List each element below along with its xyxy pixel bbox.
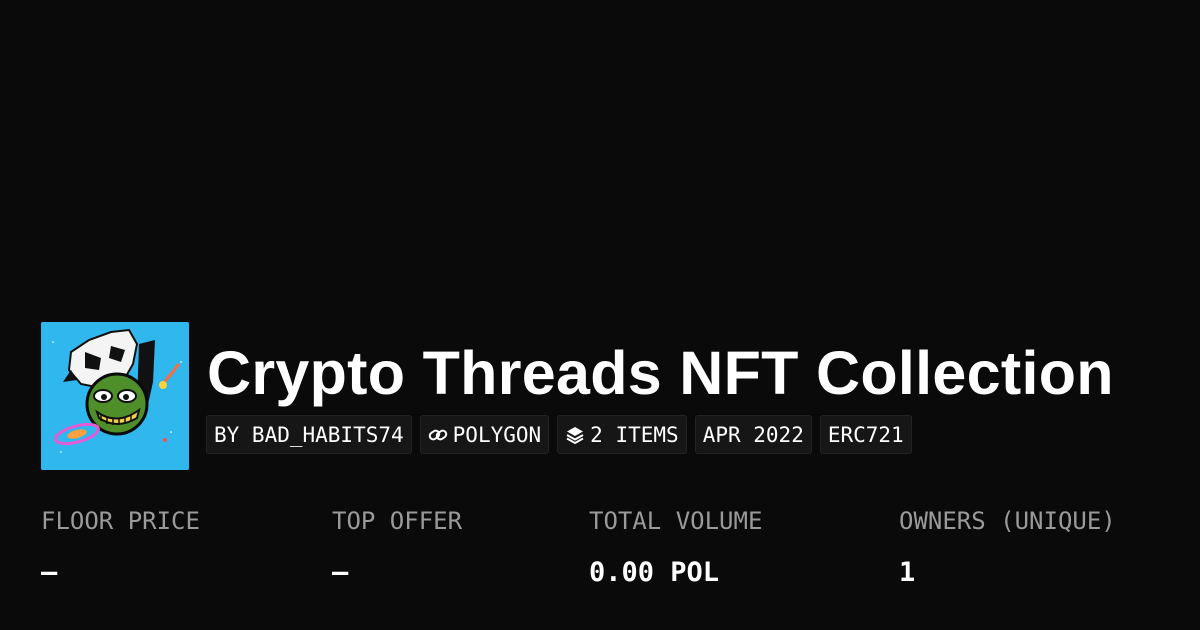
link-icon — [428, 425, 448, 445]
items-tag-label: 2 ITEMS — [590, 422, 679, 447]
layers-icon — [565, 425, 585, 445]
creator-tag-label: BY BAD_HABITS74 — [214, 422, 404, 447]
stat-value: – — [332, 557, 349, 588]
standard-tag: ERC721 — [819, 415, 912, 454]
date-tag-label: APR 2022 — [702, 422, 804, 447]
collection-avatar[interactable] — [41, 322, 189, 470]
stat-owners: OWNERS (UNIQUE) 1 — [899, 502, 1116, 592]
collection-avatar-icon — [41, 322, 189, 470]
chain-tag[interactable]: POLYGON — [419, 415, 550, 454]
stat-value: 0.00 POL — [589, 557, 720, 588]
stat-value: 1 — [899, 557, 916, 588]
items-tag[interactable]: 2 ITEMS — [557, 415, 687, 454]
stat-top-offer: TOP OFFER – — [332, 502, 462, 592]
chain-tag-label: POLYGON — [452, 422, 542, 447]
stat-total-volume: TOTAL VOLUME 0.00 POL — [589, 502, 762, 592]
stat-label: OWNERS (UNIQUE) — [899, 507, 1116, 535]
stat-floor-price: FLOOR PRICE – — [41, 502, 200, 592]
collection-tags: BY BAD_HABITS74 POLYGON 2 ITEMS APR 2022… — [206, 415, 912, 454]
stat-value: – — [41, 557, 58, 588]
stat-label: TOTAL VOLUME — [589, 507, 763, 535]
date-tag: APR 2022 — [694, 415, 812, 454]
creator-tag[interactable]: BY BAD_HABITS74 — [206, 415, 412, 454]
stat-label: TOP OFFER — [332, 507, 463, 535]
stat-label: FLOOR PRICE — [41, 507, 200, 535]
standard-tag-label: ERC721 — [827, 422, 904, 447]
collection-title: Crypto Threads NFT Collection — [207, 339, 1114, 407]
